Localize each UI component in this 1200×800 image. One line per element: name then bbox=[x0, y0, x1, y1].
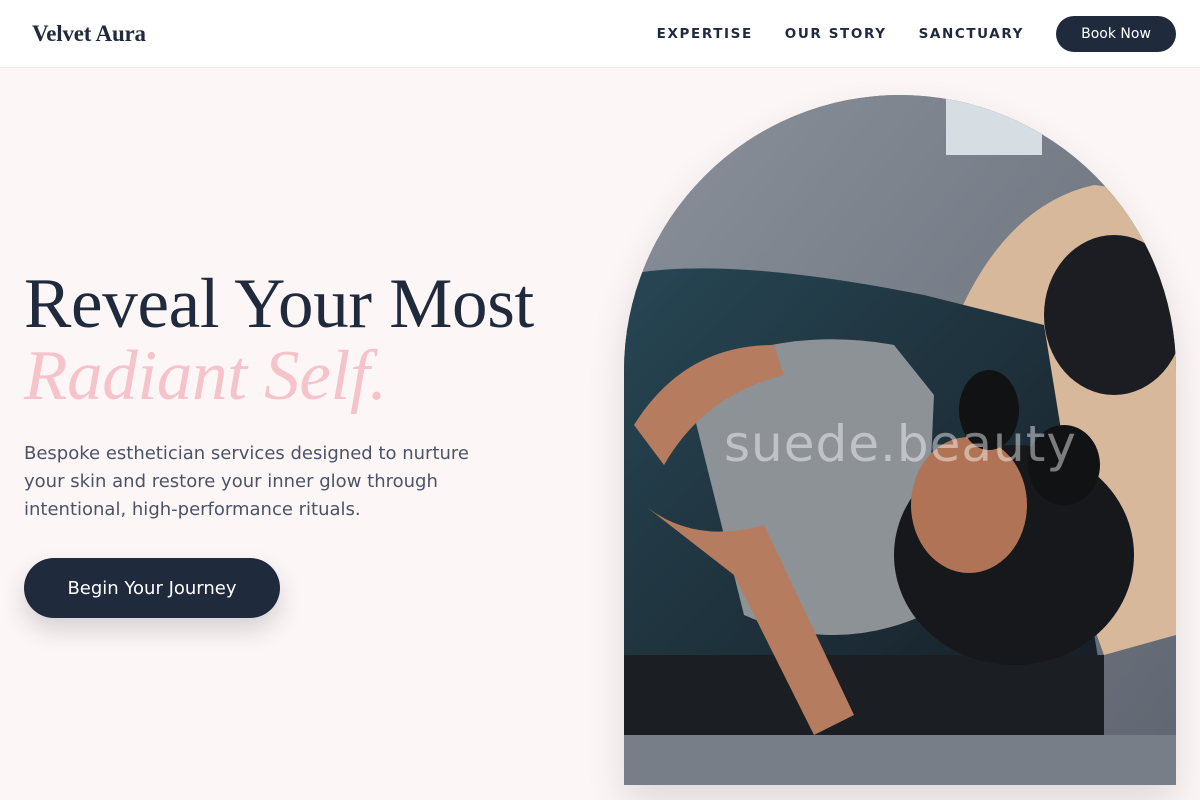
nav-link-our-story[interactable]: OUR STORY bbox=[785, 26, 887, 42]
hero-headline-line1: Reveal Your Most bbox=[24, 265, 534, 343]
navbar: Velvet Aura EXPERTISE OUR STORY SANCTUAR… bbox=[0, 0, 1200, 68]
begin-journey-button[interactable]: Begin Your Journey bbox=[24, 558, 280, 618]
hero-image: suede.beauty bbox=[624, 95, 1176, 785]
hero-headline: Reveal Your Most Radiant Self. bbox=[24, 268, 584, 412]
nav-links: EXPERTISE OUR STORY SANCTUARY Book Now bbox=[657, 15, 1176, 52]
nav-link-sanctuary[interactable]: SANCTUARY bbox=[919, 26, 1024, 42]
book-now-button[interactable]: Book Now bbox=[1056, 15, 1176, 52]
hero-headline-accent: Radiant Self. bbox=[24, 337, 387, 415]
hero-text: Reveal Your Most Radiant Self. Bespoke e… bbox=[24, 268, 584, 618]
brand-logo[interactable]: Velvet Aura bbox=[32, 21, 146, 47]
hero-description: Bespoke esthetician services designed to… bbox=[24, 443, 469, 520]
image-watermark: suede.beauty bbox=[724, 415, 1077, 473]
nav-link-expertise[interactable]: EXPERTISE bbox=[657, 26, 753, 42]
